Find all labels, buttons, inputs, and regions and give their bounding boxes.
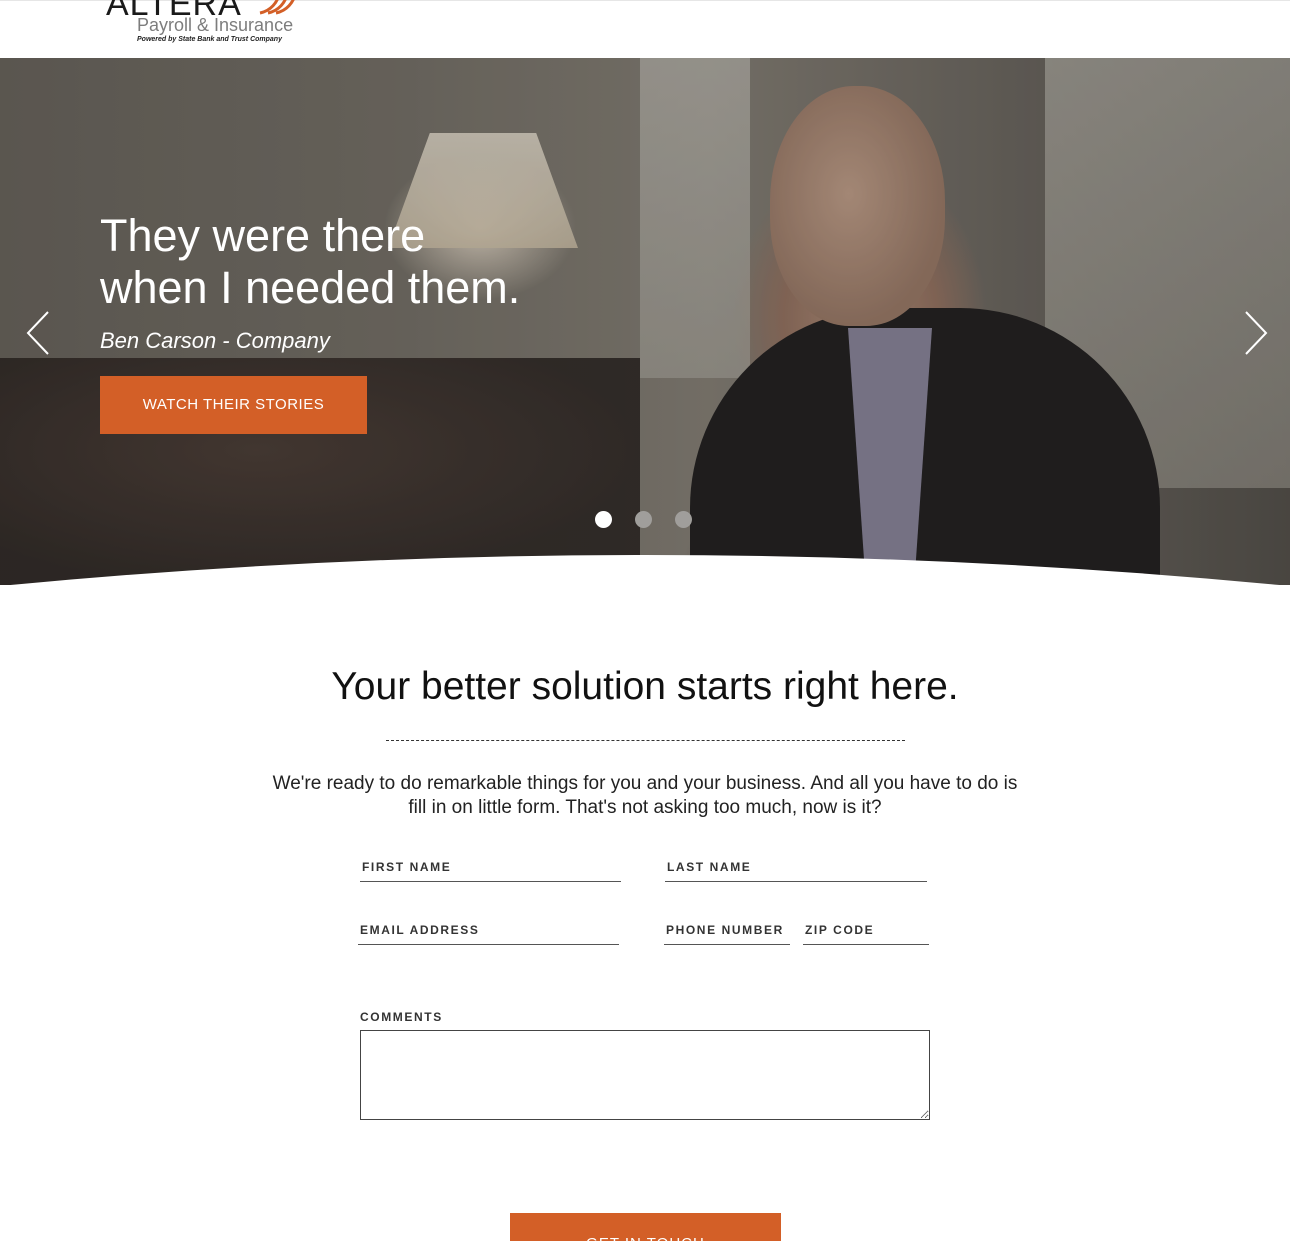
form-section-text: We're ready to do remarkable things for … — [272, 773, 1018, 818]
hero-bottom-curve — [10, 555, 1280, 585]
hero-quote: They were there when I needed them. — [100, 210, 660, 314]
form-section-title: Your better solution starts right here. — [331, 665, 959, 708]
first-name-field[interactable]: FIRST NAME — [360, 858, 621, 882]
site-header: ALTERA Payroll & Insurance Powered by St… — [0, 0, 1290, 58]
hero-carousel: They were there when I needed them. Ben … — [0, 58, 1290, 585]
carousel-next-chevron-right-icon[interactable] — [1240, 310, 1270, 356]
comments-textarea[interactable] — [360, 1030, 930, 1120]
phone-input[interactable] — [664, 921, 790, 944]
phone-field[interactable]: PHONE NUMBER — [664, 921, 790, 945]
last-name-input[interactable] — [665, 858, 927, 881]
get-in-touch-button[interactable]: GET IN TOUCH — [510, 1213, 781, 1241]
hero-overlay — [0, 58, 1290, 585]
hero-quote-line-2: when I needed them. — [100, 262, 521, 313]
watch-stories-button[interactable]: WATCH THEIR STORIES — [100, 376, 367, 434]
carousel-dot-2[interactable] — [635, 511, 652, 528]
zip-input[interactable] — [803, 921, 929, 944]
email-field[interactable]: EMAIL ADDRESS — [358, 921, 619, 945]
comments-label: COMMENTS — [360, 1010, 443, 1024]
carousel-dot-1[interactable] — [595, 511, 612, 528]
carousel-prev-chevron-left-icon[interactable] — [24, 310, 54, 356]
logo-swoosh-icon — [259, 0, 295, 15]
hero-quote-line-1: They were there — [100, 210, 426, 261]
section-divider — [386, 740, 905, 741]
logo-powered-by: Powered by State Bank and Trust Company — [137, 36, 282, 43]
email-input[interactable] — [358, 921, 619, 944]
first-name-input[interactable] — [360, 858, 621, 881]
logo-subtitle: Payroll & Insurance — [137, 15, 294, 35]
hero-attribution: Ben Carson - Company — [100, 328, 330, 353]
zip-field[interactable]: ZIP CODE — [803, 921, 929, 945]
carousel-dot-3[interactable] — [675, 511, 692, 528]
brand-logo[interactable]: ALTERA Payroll & Insurance Powered by St… — [106, 0, 336, 49]
last-name-field[interactable]: LAST NAME — [665, 858, 927, 882]
